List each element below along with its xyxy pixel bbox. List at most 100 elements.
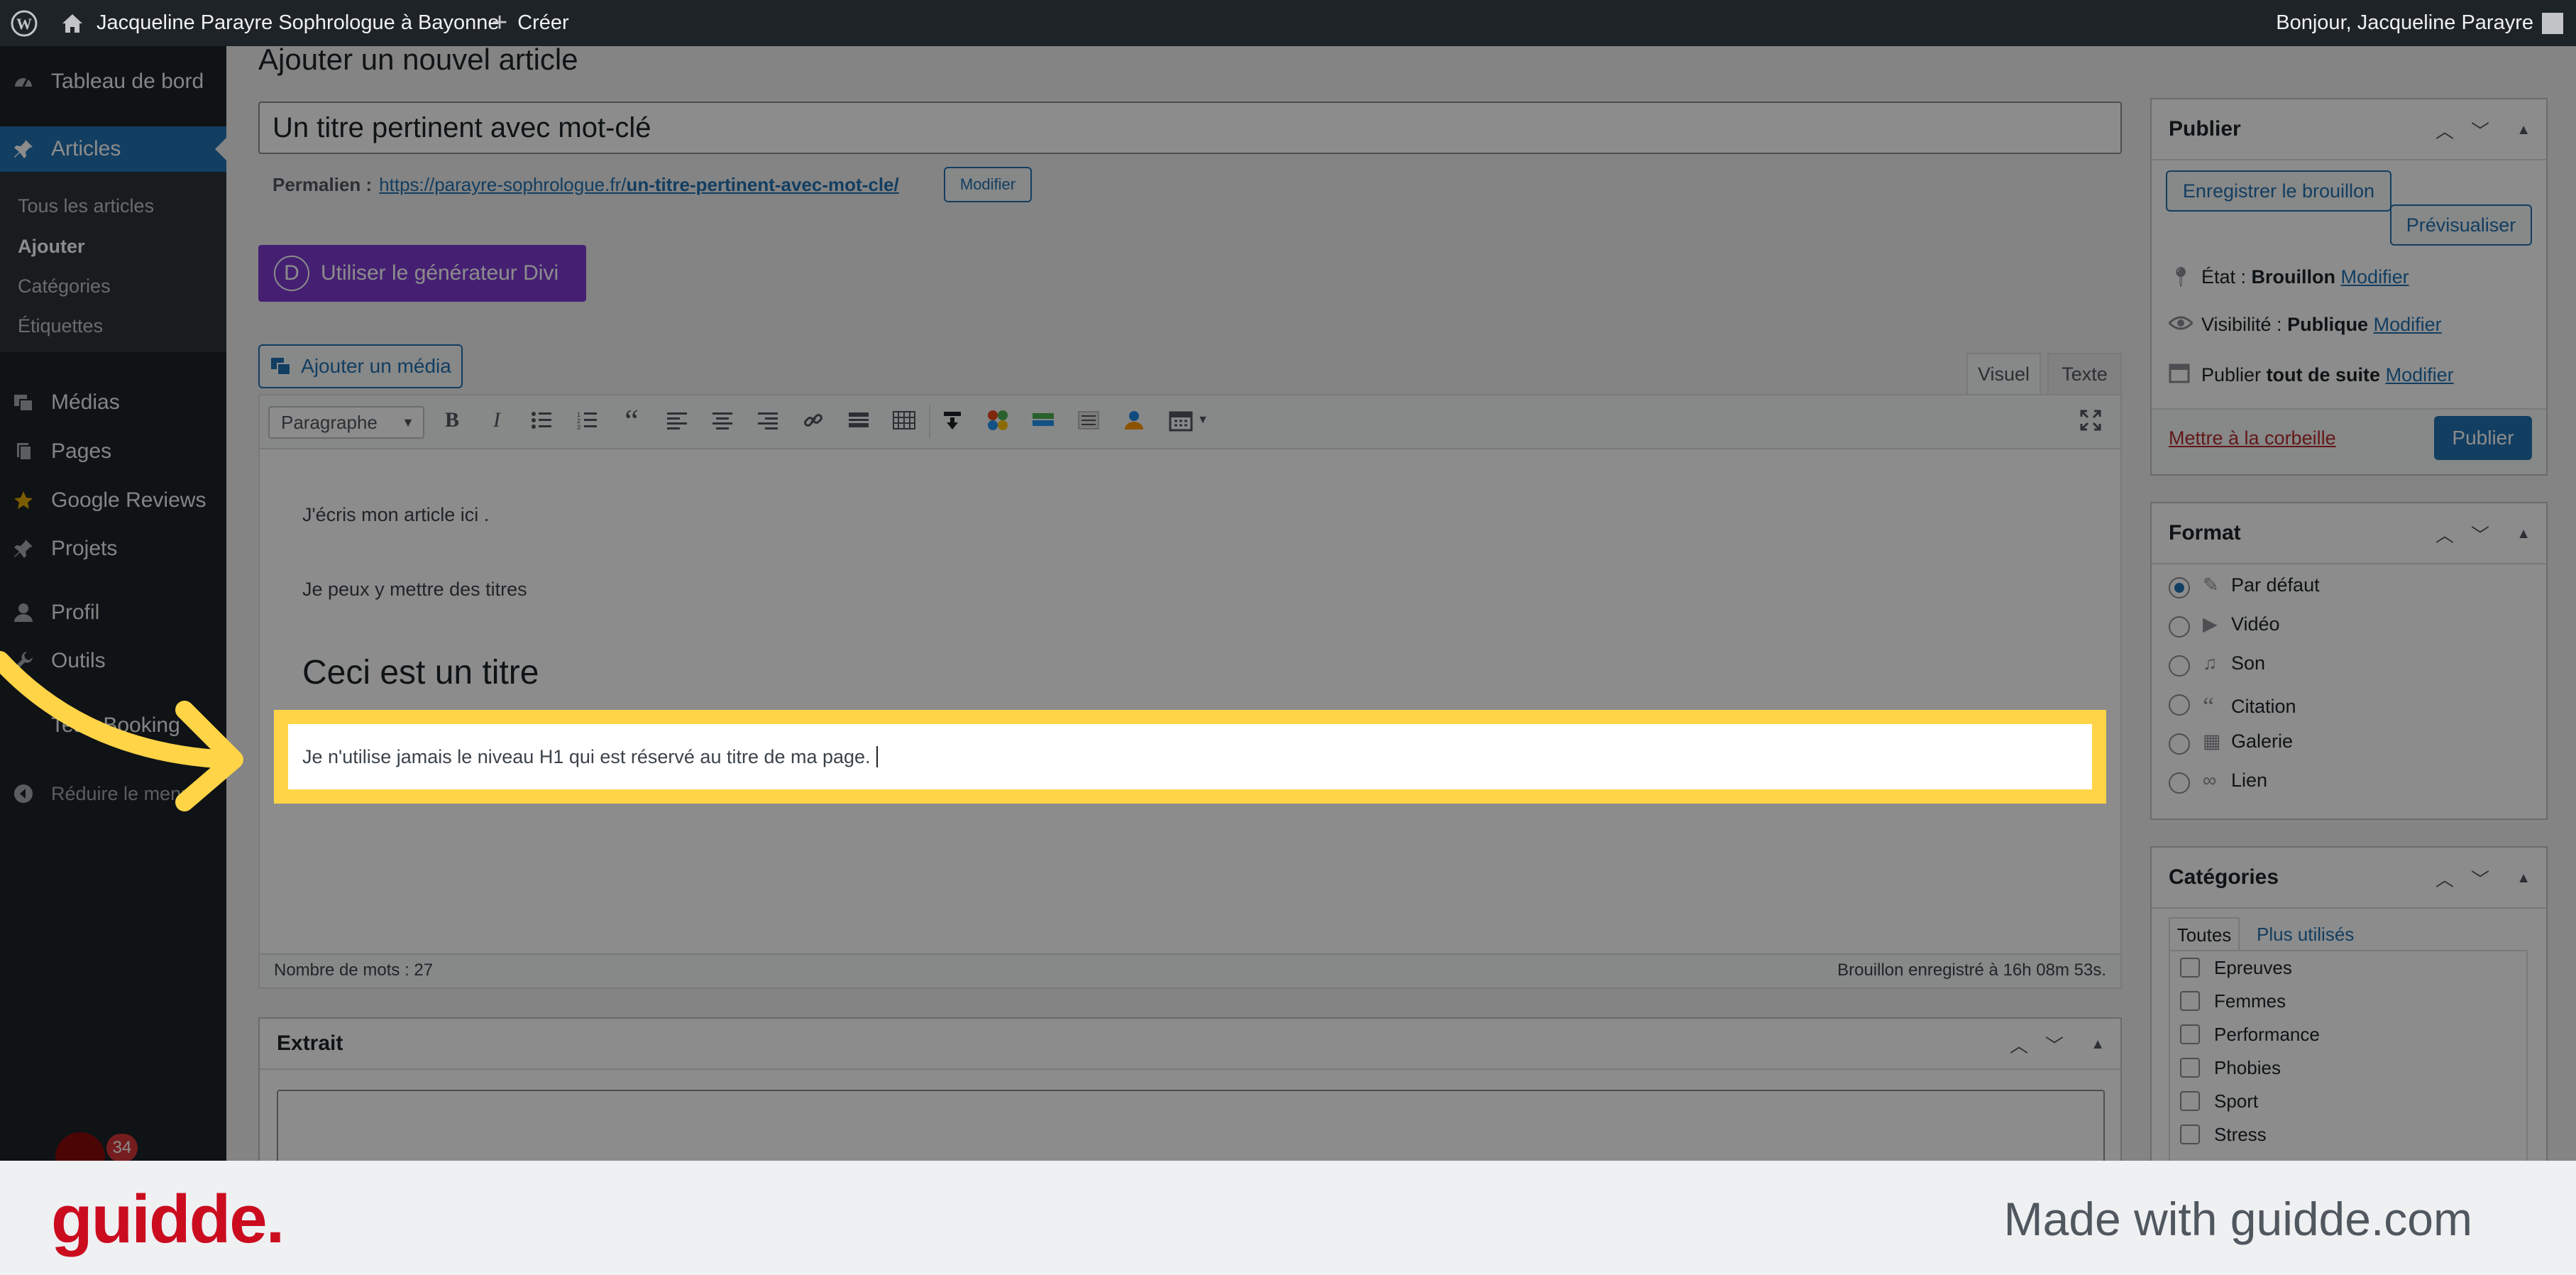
new-label: Créer — [517, 11, 569, 34]
post-title-input[interactable]: Un titre pertinent avec mot-clé — [258, 102, 2122, 154]
pin-icon: ✎︎ — [2203, 574, 2219, 596]
format-radio-default[interactable] — [2169, 577, 2190, 598]
publish-button[interactable]: Publier — [2434, 416, 2532, 460]
category-checkbox-phobies[interactable] — [2180, 1058, 2200, 1078]
state-edit-link[interactable]: Modifier — [2341, 266, 2409, 288]
pointer-arrow-icon — [0, 651, 243, 811]
read-more-icon[interactable] — [844, 406, 873, 434]
insert-shortcode-icon[interactable] — [938, 406, 967, 434]
format-radio-video[interactable] — [2169, 616, 2190, 638]
permalink-link[interactable]: https://parayre-sophrologue.fr/un-titre-… — [379, 174, 899, 196]
menu-item-pages[interactable]: Pages — [0, 429, 226, 474]
move-up-icon[interactable]: ︿ — [2435, 503, 2454, 564]
quote-icon: “ — [2203, 692, 2214, 721]
text-cursor — [876, 746, 878, 767]
align-center-icon[interactable] — [708, 406, 737, 434]
tab-text[interactable]: Texte — [2047, 353, 2122, 394]
move-down-icon[interactable]: ﹀ — [2471, 848, 2489, 909]
submenu-tags[interactable]: Étiquettes — [18, 315, 103, 337]
editor-paragraph-1[interactable]: J'écris mon article ici . — [302, 504, 489, 526]
toolbar-toggle-icon[interactable] — [890, 406, 918, 434]
category-label-epreuves: Epreuves — [2214, 957, 2292, 978]
link-icon[interactable] — [799, 406, 827, 434]
tab-all-categories[interactable]: Toutes — [2169, 917, 2240, 951]
collapse-toggle-icon[interactable]: ▲ — [2516, 99, 2531, 160]
plugin-calendar-icon[interactable]: ▼ — [1164, 406, 1213, 434]
publish-value: tout de suite — [2266, 364, 2381, 385]
new-content-link[interactable]: + Créer — [492, 0, 569, 46]
divi-builder-button[interactable]: D Utiliser le générateur Divi — [258, 245, 586, 302]
tab-popular-categories[interactable]: Plus utilisés — [2257, 917, 2354, 951]
format-radio-link[interactable] — [2169, 772, 2190, 794]
editor-heading[interactable]: Ceci est un titre — [302, 653, 539, 692]
gallery-icon: ▦ — [2203, 730, 2221, 752]
media-icon — [270, 356, 292, 377]
menu-item-google-reviews[interactable]: Google Reviews — [0, 478, 226, 523]
collapse-toggle-icon[interactable]: ▲ — [2516, 848, 2531, 909]
permalink-label: Permalien : — [273, 173, 373, 195]
eye-icon — [2167, 314, 2194, 336]
category-checkbox-performance[interactable] — [2180, 1024, 2200, 1044]
menu-item-profil[interactable]: Profil — [0, 590, 226, 635]
blockquote-icon[interactable]: “ — [617, 403, 646, 438]
bullet-list-icon[interactable] — [527, 406, 556, 434]
permalink-edit-button[interactable]: Modifier — [944, 167, 1032, 202]
plugin-user-icon[interactable] — [1120, 406, 1148, 434]
save-draft-button[interactable]: Enregistrer le brouillon — [2166, 170, 2391, 212]
plus-icon: + — [492, 8, 508, 38]
editor-paragraph-2[interactable]: Je peux y mettre des titres — [302, 579, 527, 601]
move-down-icon[interactable]: ﹀ — [2471, 99, 2489, 160]
move-up-icon[interactable]: ︿ — [2435, 99, 2454, 160]
wordpress-logo-icon[interactable]: W — [10, 0, 38, 46]
submenu-add[interactable]: Ajouter — [18, 236, 85, 258]
format-radio-audio[interactable] — [2169, 655, 2190, 677]
trash-link[interactable]: Mettre à la corbeille — [2169, 427, 2336, 449]
categories-panel: Catégories ︿ ﹀ ▲ Toutes Plus utilisés Ep… — [2150, 846, 2548, 1177]
bold-icon[interactable]: B — [438, 406, 466, 434]
schedule-edit-link[interactable]: Modifier — [2386, 364, 2454, 386]
menu-item-medias[interactable]: Médias — [0, 380, 226, 425]
move-down-icon[interactable]: ﹀ — [2471, 503, 2489, 564]
format-radio-gallery[interactable] — [2169, 733, 2190, 755]
category-label-stress: Stress — [2214, 1124, 2267, 1145]
toolbar-divider — [929, 405, 930, 439]
fullscreen-icon[interactable] — [2076, 406, 2105, 434]
user-account-menu[interactable]: Bonjour, Jacqueline Parayre — [2276, 0, 2563, 46]
highlighted-paragraph[interactable]: Je n'utilise jamais le niveau H1 qui est… — [274, 710, 2106, 804]
align-left-icon[interactable] — [663, 406, 691, 434]
preview-button[interactable]: Prévisualiser — [2390, 204, 2532, 246]
plugin-list-icon[interactable] — [1074, 406, 1103, 434]
collapse-toggle-icon[interactable]: ▲ — [2091, 1019, 2105, 1070]
menu-item-projets[interactable]: Projets — [0, 526, 226, 571]
category-checkbox-stress[interactable] — [2180, 1124, 2200, 1144]
collapse-toggle-icon[interactable]: ▲ — [2516, 503, 2531, 564]
format-label-default: Par défaut — [2231, 574, 2320, 596]
menu-item-articles[interactable]: Articles — [0, 126, 226, 172]
plugin-shapes-icon[interactable] — [984, 406, 1012, 434]
site-home-link[interactable]: Jacqueline Parayre Sophrologue à Bayonne — [61, 0, 500, 46]
menu-label-projets: Projets — [51, 537, 118, 560]
category-checkbox-sport[interactable] — [2180, 1091, 2200, 1111]
category-checkbox-femmes[interactable] — [2180, 991, 2200, 1011]
submenu-all-articles[interactable]: Tous les articles — [18, 195, 154, 217]
category-label-performance: Performance — [2214, 1024, 2320, 1045]
permalink-base: https://parayre-sophrologue.fr/ — [379, 173, 627, 195]
plugin-bar-icon[interactable] — [1029, 406, 1057, 434]
add-media-button[interactable]: Ajouter un média — [258, 344, 463, 388]
align-right-icon[interactable] — [754, 406, 782, 434]
move-down-icon[interactable]: ﹀ — [2045, 1019, 2064, 1070]
format-select[interactable]: Paragraphe ▼ — [268, 406, 424, 439]
move-up-icon[interactable]: ︿ — [2010, 1019, 2028, 1070]
visibility-edit-link[interactable]: Modifier — [2374, 314, 2442, 336]
menu-item-dashboard[interactable]: Tableau de bord — [0, 60, 226, 103]
move-up-icon[interactable]: ︿ — [2435, 848, 2454, 909]
italic-icon[interactable]: I — [483, 406, 511, 434]
submenu-categories[interactable]: Catégories — [18, 275, 111, 297]
format-radio-quote[interactable] — [2169, 694, 2190, 716]
numbered-list-icon[interactable]: 123 — [573, 406, 601, 434]
publish-panel: Publier ︿ ﹀ ▲ Enregistrer le brouillon P… — [2150, 98, 2548, 476]
svg-text:3: 3 — [577, 424, 580, 430]
tab-visual[interactable]: Visuel — [1966, 353, 2041, 394]
category-checkbox-epreuves[interactable] — [2180, 958, 2200, 978]
user-icon — [13, 602, 34, 623]
